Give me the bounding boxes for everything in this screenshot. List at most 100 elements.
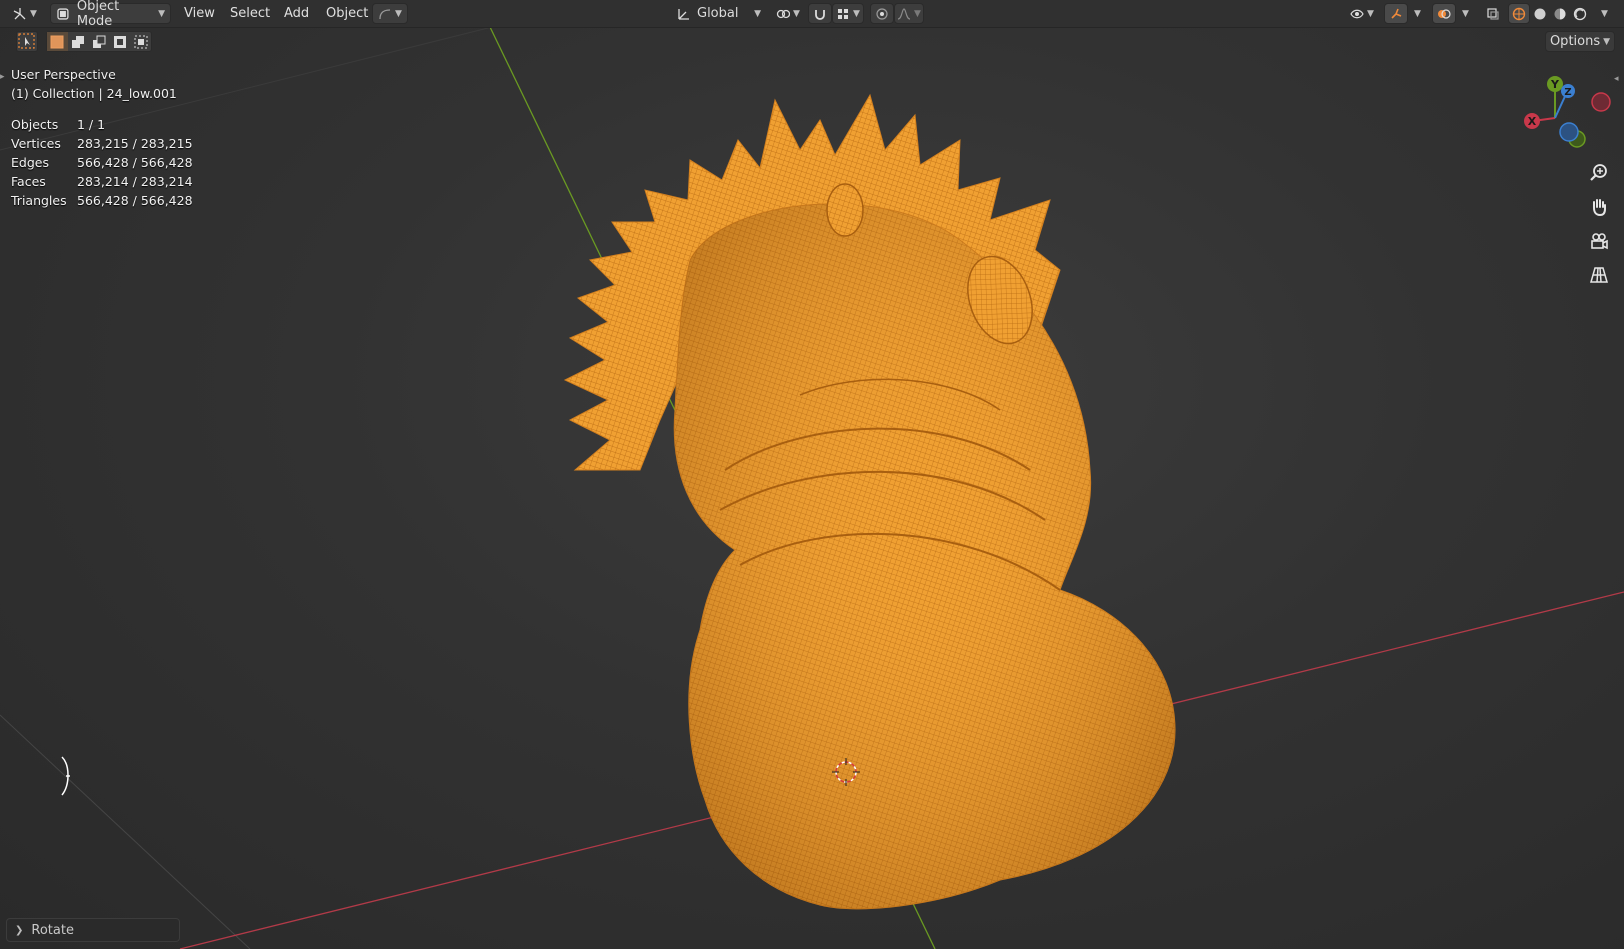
menu-add[interactable]: Add (280, 4, 313, 23)
hand-icon (1593, 199, 1606, 217)
stat-value: 566,428 / 566,428 (77, 155, 193, 170)
stat-edges: Edges 566,428 / 566,428 (11, 155, 193, 170)
chevron-down-icon: ▼ (914, 8, 921, 19)
transform-orientation-dropdown[interactable]: Global ▼ (676, 3, 762, 24)
select-tool-button[interactable] (16, 31, 38, 52)
camera-view-button[interactable] (1584, 226, 1614, 256)
gizmo-dropdown[interactable]: ▼ (1408, 3, 1424, 24)
gizmo-options-dropdown[interactable]: ▼ (372, 3, 408, 24)
chevron-down-icon: ▼ (853, 8, 860, 19)
toggle-perspective-button[interactable] (1584, 260, 1614, 290)
shading-wireframe-button[interactable] (1508, 3, 1530, 24)
menu-select[interactable]: Select (226, 4, 274, 23)
last-operator-panel[interactable]: ❯ Rotate (6, 918, 180, 942)
rotate-mouse-cursor (61, 756, 70, 796)
overlays-dropdown[interactable]: ▼ (1456, 3, 1472, 24)
overlays-icon (1438, 8, 1451, 19)
pivot-point-dropdown[interactable]: ▼ (770, 3, 806, 24)
gizmo-neg-z-handle[interactable] (1559, 122, 1579, 142)
3d-viewport[interactable] (0, 0, 1624, 949)
proportional-falloff-dropdown[interactable]: ▼ (894, 3, 924, 24)
select-invert-icon (113, 35, 126, 48)
snap-target-dropdown[interactable]: ▼ (832, 3, 864, 24)
zoom-view-button[interactable] (1584, 158, 1614, 188)
select-extend-button[interactable] (68, 32, 89, 51)
nose (826, 183, 864, 237)
navigation-gizmo[interactable]: X Y Z (1515, 70, 1615, 155)
xray-icon (1487, 7, 1499, 20)
stat-vertices: Vertices 283,215 / 283,215 (11, 136, 193, 151)
wireframe-shading-icon (1512, 7, 1526, 20)
stat-label: Vertices (11, 136, 61, 151)
visibility-dropdown[interactable]: ▼ (1344, 3, 1380, 24)
chevron-down-icon: ▼ (30, 8, 37, 19)
shading-solid-button[interactable] (1530, 3, 1550, 24)
pan-view-button[interactable] (1584, 192, 1614, 222)
collection-label: (1) Collection | 24_low.001 (11, 86, 177, 101)
select-invert-button[interactable] (109, 32, 130, 51)
viewport-header: ▼ Object Mode ▼ View Select Add Object ▼… (0, 0, 1624, 29)
menu-view[interactable]: View (180, 4, 219, 23)
blender-3d-viewport-app: ▼ Object Mode ▼ View Select Add Object ▼… (0, 0, 1624, 949)
curve-icon (379, 8, 391, 19)
rendered-shading-icon (1573, 7, 1587, 20)
select-extend-icon (72, 35, 85, 48)
shading-dropdown[interactable]: ▼ (1594, 3, 1612, 24)
select-intersect-icon (134, 35, 148, 48)
solid-shading-icon (1534, 8, 1546, 19)
chevron-down-icon: ▼ (1601, 8, 1608, 19)
select-subtract-button[interactable] (89, 32, 110, 51)
pivot-icon (776, 9, 791, 18)
proportional-edit-icon (876, 7, 888, 20)
stat-label: Triangles (11, 193, 67, 208)
overlays-toggle[interactable] (1432, 3, 1456, 24)
gizmo-icon (1391, 8, 1402, 19)
zoom-icon (1590, 164, 1607, 181)
shading-material-button[interactable] (1550, 3, 1570, 24)
options-dropdown[interactable]: Options ▼ (1545, 31, 1615, 52)
magnet-icon (815, 9, 825, 20)
snap-grid-icon (838, 8, 849, 19)
shading-rendered-button[interactable] (1570, 3, 1590, 24)
stat-value: 1 / 1 (77, 117, 106, 132)
select-subtract-icon (92, 35, 106, 48)
snap-toggle[interactable] (808, 3, 832, 24)
stat-label: Edges (11, 155, 49, 170)
chevron-down-icon: ▼ (1414, 8, 1421, 19)
chevron-down-icon: ▼ (793, 8, 800, 19)
object-mode-icon (57, 7, 69, 20)
stat-value: 566,428 / 566,428 (77, 193, 193, 208)
last-operator-label: Rotate (31, 922, 74, 938)
chevron-down-icon: ▼ (1603, 36, 1611, 47)
mode-selector[interactable]: Object Mode ▼ (50, 0, 171, 29)
chevron-right-icon: ❯ (15, 924, 24, 936)
grid-line (0, 714, 251, 949)
grid-perspective-icon (1590, 267, 1608, 283)
editor-type-button[interactable]: ▼ (6, 3, 44, 24)
stat-value: 283,215 / 283,215 (77, 136, 193, 151)
stat-value: 283,214 / 283,214 (77, 174, 193, 189)
eye-icon (1350, 9, 1364, 18)
orientation-icon (678, 8, 689, 20)
stat-objects: Objects 1 / 1 (11, 117, 105, 132)
chevron-down-icon: ▼ (395, 8, 402, 19)
menu-object[interactable]: Object (322, 4, 372, 23)
options-label: Options (1549, 34, 1601, 49)
cursor-select-icon (18, 33, 35, 49)
select-new-button[interactable] (47, 32, 68, 51)
toolbar-expand-arrow[interactable]: ▸ (0, 72, 5, 82)
mesh-object-24-low-001[interactable] (563, 93, 1176, 910)
chevron-down-icon: ▼ (158, 8, 165, 19)
gizmo-y-label: Y (1550, 78, 1560, 91)
stat-faces: Faces 283,214 / 283,214 (11, 174, 193, 189)
gizmo-toggle[interactable] (1384, 3, 1408, 24)
xray-toggle[interactable] (1482, 3, 1504, 24)
proportional-edit-toggle[interactable] (870, 3, 894, 24)
3d-viewport-icon (13, 7, 26, 19)
stat-label: Faces (11, 174, 46, 189)
select-intersect-button[interactable] (130, 32, 151, 51)
stat-label: Objects (11, 117, 59, 132)
selection-mode-group (46, 31, 152, 52)
gizmo-neg-x-handle[interactable] (1591, 92, 1611, 112)
gizmo-z-label: Z (1564, 87, 1571, 98)
